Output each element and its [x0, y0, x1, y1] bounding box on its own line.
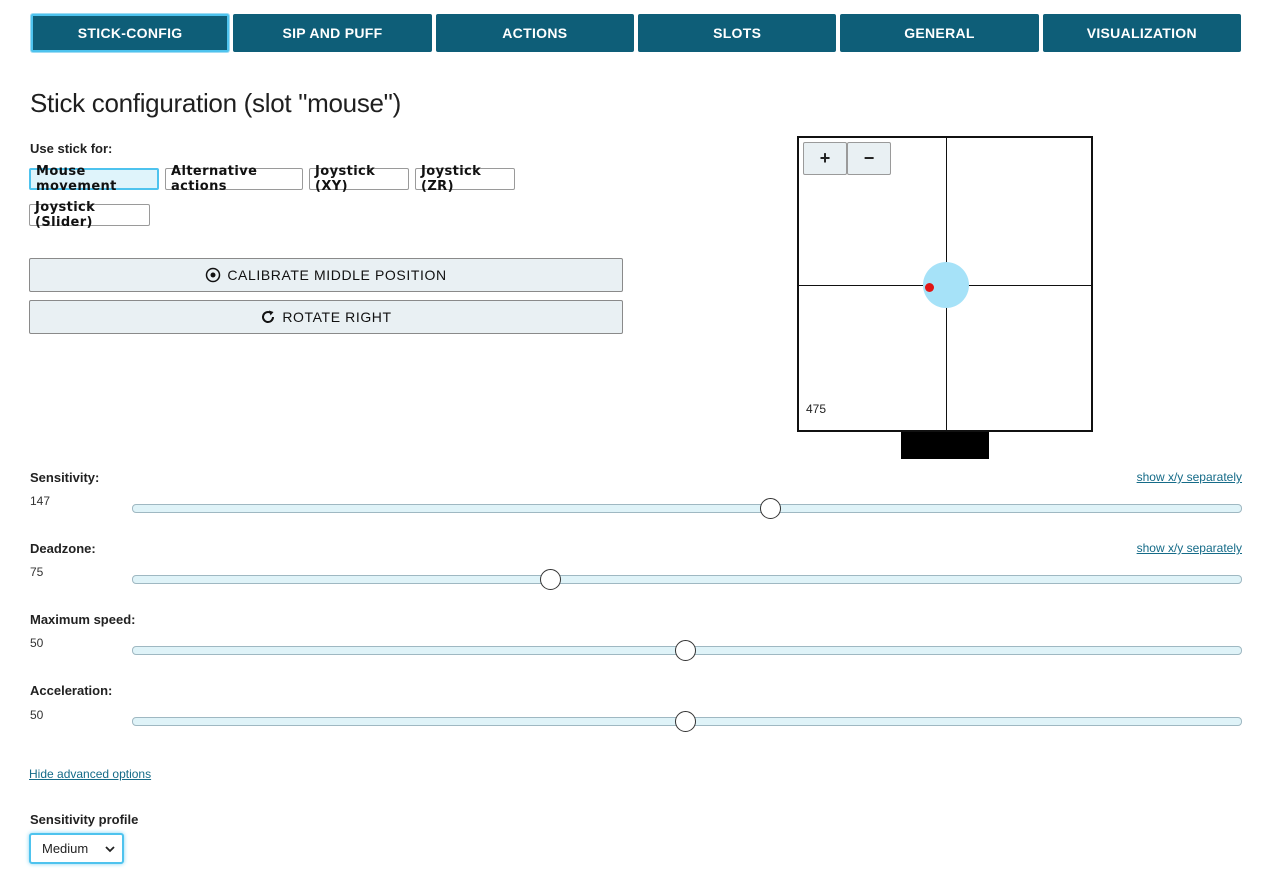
zoom-out-button[interactable]: −: [847, 142, 891, 175]
tab-slots[interactable]: SLOTS: [637, 14, 837, 52]
mode-alternative-actions-button[interactable]: Alternative actions: [165, 164, 303, 194]
use-stick-label: Use stick for:: [30, 141, 113, 156]
mode-mouse-movement-button[interactable]: Mouse movement: [29, 164, 159, 194]
sensitivity-slider-thumb[interactable]: [759, 498, 781, 519]
deadzone-slider-thumb[interactable]: [539, 569, 561, 590]
max-speed-value: 50: [30, 636, 44, 650]
page-title: Stick configuration (slot "mouse"): [30, 88, 401, 118]
acceleration-label: Acceleration:: [30, 683, 113, 698]
max-speed-label: Maximum speed:: [30, 612, 136, 627]
sensitivity-profile-value: Medium: [42, 841, 89, 856]
acceleration-value: 50: [30, 708, 44, 722]
mode-joystick-xy-button[interactable]: Joystick (XY): [309, 164, 409, 194]
calibrate-middle-button[interactable]: CALIBRATE MIDDLE POSITION: [29, 258, 623, 292]
stick-visualization: + − 475: [797, 136, 1093, 432]
stick-position-dot: [925, 283, 934, 292]
tab-general[interactable]: GENERAL: [840, 14, 1039, 52]
visualization-value: 475: [806, 402, 827, 416]
deadzone-value: 75: [30, 565, 44, 579]
zoom-in-button[interactable]: +: [803, 142, 847, 175]
mode-joystick-slider-button[interactable]: Joystick (Slider): [29, 200, 150, 230]
tab-bar: STICK-CONFIG SIP AND PUFF ACTIONS SLOTS …: [31, 14, 1241, 52]
rotate-right-icon: [262, 310, 275, 323]
sensitivity-show-xy-link[interactable]: show x/y separately: [1137, 470, 1242, 484]
calibrate-label: CALIBRATE MIDDLE POSITION: [227, 267, 447, 283]
tab-actions[interactable]: ACTIONS: [435, 14, 634, 52]
sensitivity-value: 147: [30, 494, 51, 508]
target-icon: [206, 267, 221, 283]
hide-advanced-options-link[interactable]: Hide advanced options: [29, 767, 151, 781]
chevron-down-icon: [105, 846, 115, 853]
mode-joystick-zr-button[interactable]: Joystick (ZR): [415, 164, 515, 194]
deadzone-slider[interactable]: [132, 575, 1242, 584]
deadzone-show-xy-link[interactable]: show x/y separately: [1137, 541, 1242, 555]
sensitivity-profile-select[interactable]: Medium: [29, 833, 124, 864]
visualization-bar: [901, 432, 989, 459]
max-speed-slider-thumb[interactable]: [675, 640, 697, 661]
tab-sip-and-puff[interactable]: SIP AND PUFF: [233, 14, 432, 52]
rotate-right-button[interactable]: ROTATE RIGHT: [29, 300, 623, 334]
rotate-label: ROTATE RIGHT: [282, 309, 392, 325]
tab-stick-config[interactable]: STICK-CONFIG: [31, 14, 230, 52]
tab-visualization[interactable]: VISUALIZATION: [1042, 14, 1241, 52]
acceleration-slider-thumb[interactable]: [675, 711, 697, 732]
deadzone-label: Deadzone:: [30, 541, 96, 556]
sensitivity-slider[interactable]: [132, 504, 1242, 513]
sensitivity-profile-label: Sensitivity profile: [30, 812, 139, 827]
sensitivity-label: Sensitivity:: [30, 470, 100, 485]
